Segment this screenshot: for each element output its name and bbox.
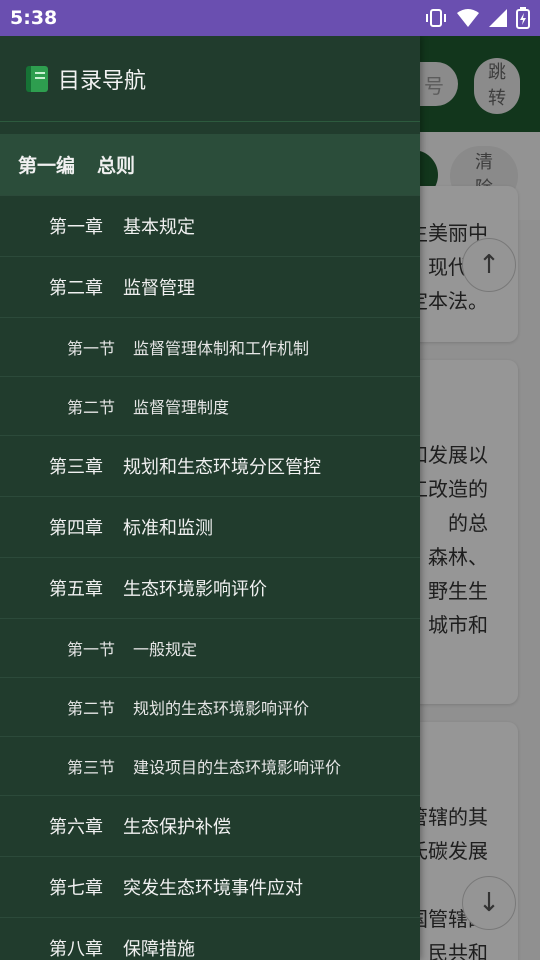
toc-item-title: 监督管理 — [123, 278, 195, 299]
toc-item-chapter[interactable]: 第八章 保障措施 — [0, 918, 420, 960]
toc-item-title: 规划和生态环境分区管控 — [123, 457, 321, 478]
toc-item-number: 第四章 — [49, 518, 103, 539]
toc-item-chapter[interactable]: 第三章 规划和生态环境分区管控 — [0, 436, 420, 497]
drawer-header: 目录导航 — [0, 36, 420, 122]
toc-item-chapter[interactable]: 第七章 突发生态环境事件应对 — [0, 857, 420, 918]
toc-item-number: 第一编 — [18, 155, 76, 177]
drawer-title: 目录导航 — [58, 68, 147, 94]
toc-item-title: 建设项目的生态环境影响评价 — [133, 758, 342, 777]
toc-drawer: 目录导航 第一编 总则 第一章 基本规定 第二章 监督管理 第一节 监督管理体制和工作机制 第二… — [0, 36, 420, 960]
toc-item-chapter[interactable]: 第一章 基本规定 — [0, 196, 420, 257]
toc-item-title: 突发生态环境事件应对 — [123, 878, 303, 899]
status-time: 5:38 — [10, 7, 58, 29]
toc-item-number: 第一节 — [67, 339, 116, 358]
toc-item-number: 第一章 — [49, 217, 103, 238]
toc-item-chapter[interactable]: 第二章 监督管理 — [0, 257, 420, 318]
toc-item-title: 监督管理体制和工作机制 — [133, 339, 310, 358]
toc-item-number: 第一节 — [67, 640, 116, 659]
toc-item-number: 第二节 — [67, 699, 116, 718]
toc-item-number: 第六章 — [49, 817, 103, 838]
status-bar: 5:38 — [0, 0, 540, 36]
green-book-icon — [26, 65, 48, 92]
toc-item-section[interactable]: 第三节 建设项目的生态环境影响评价 — [0, 737, 420, 796]
toc-item-chapter[interactable]: 第五章 生态环境影响评价 — [0, 558, 420, 619]
battery-charging-icon — [516, 7, 530, 29]
toc-item-number: 第三节 — [67, 758, 116, 777]
toc-item-section[interactable]: 第二节 监督管理制度 — [0, 377, 420, 436]
toc-item-part[interactable]: 第一编 总则 — [0, 134, 420, 196]
toc-item-section[interactable]: 第一节 监督管理体制和工作机制 — [0, 318, 420, 377]
wifi-icon — [457, 9, 479, 27]
toc-item-title: 总则 — [97, 155, 136, 177]
toc-item-title: 标准和监测 — [123, 518, 213, 539]
toc-item-chapter[interactable]: 第四章 标准和监测 — [0, 497, 420, 558]
toc-item-title: 生态保护补偿 — [123, 817, 231, 838]
toc-item-number: 第二章 — [49, 278, 103, 299]
toc-item-number: 第八章 — [49, 939, 103, 960]
toc-list: 第一编 总则 第一章 基本规定 第二章 监督管理 第一节 监督管理体制和工作机制 第二节 监督管理… — [0, 134, 420, 960]
toc-item-title: 一般规定 — [133, 640, 198, 659]
toc-item-number: 第二节 — [67, 398, 116, 417]
toc-item-title: 生态环境影响评价 — [123, 579, 267, 600]
toc-item-title: 保障措施 — [123, 939, 195, 960]
vibrate-icon — [426, 9, 446, 27]
toc-item-number: 第七章 — [49, 878, 103, 899]
toc-item-title: 基本规定 — [123, 217, 195, 238]
toc-item-title: 监督管理制度 — [133, 398, 230, 417]
signal-icon — [489, 9, 507, 27]
status-icons — [424, 7, 530, 29]
toc-item-title: 规划的生态环境影响评价 — [133, 699, 310, 718]
toc-item-chapter[interactable]: 第六章 生态保护补偿 — [0, 796, 420, 857]
toc-item-number: 第五章 — [49, 579, 103, 600]
toc-item-section[interactable]: 第二节 规划的生态环境影响评价 — [0, 678, 420, 737]
toc-item-number: 第三章 — [49, 457, 103, 478]
toc-item-section[interactable]: 第一节 一般规定 — [0, 619, 420, 678]
